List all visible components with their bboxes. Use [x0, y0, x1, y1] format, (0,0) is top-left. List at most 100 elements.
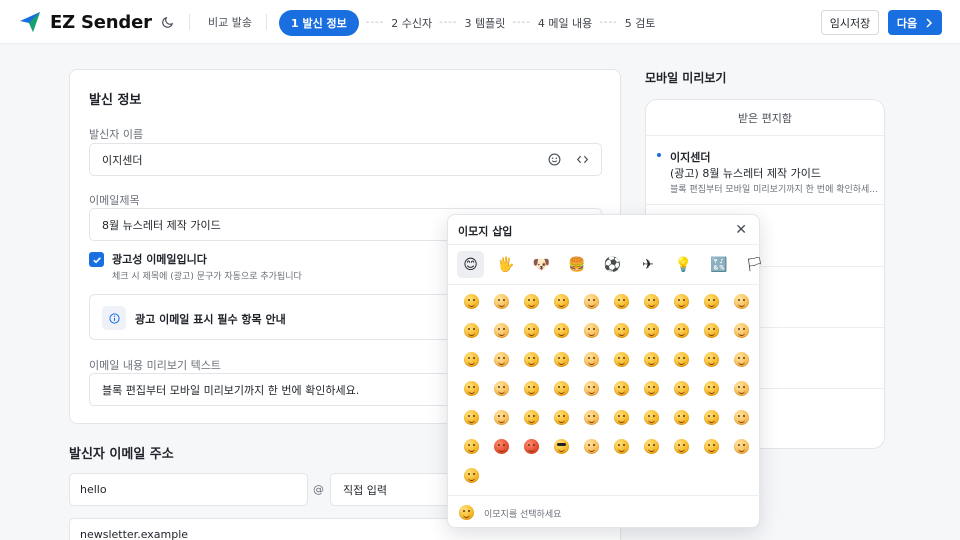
emoji-face-icon[interactable]: [516, 316, 546, 345]
emoji-face-icon[interactable]: [516, 374, 546, 403]
emoji-face-icon[interactable]: [456, 432, 486, 461]
emoji-face-icon[interactable]: [456, 316, 486, 345]
step-1-sender-info[interactable]: 1 발신 정보: [279, 9, 359, 36]
emoji-face-icon[interactable]: [546, 287, 576, 316]
sender-name-input[interactable]: 이지센더: [89, 143, 602, 176]
emoji-face-icon[interactable]: [606, 374, 636, 403]
emoji-face-icon[interactable]: [486, 403, 516, 432]
emoji-face-icon[interactable]: [516, 432, 546, 461]
emoji-face-icon[interactable]: [696, 345, 726, 374]
symbols-icon[interactable]: 🔣: [706, 251, 733, 278]
emoji-face-icon[interactable]: [636, 403, 666, 432]
emoji-face-icon[interactable]: [696, 316, 726, 345]
emoji-face-icon[interactable]: [456, 403, 486, 432]
compare-send-link[interactable]: 비교 발송: [208, 14, 252, 30]
emoji-face-icon[interactable]: [696, 432, 726, 461]
food-icon[interactable]: 🍔: [564, 251, 591, 278]
ad-email-checkbox[interactable]: [89, 252, 104, 267]
mail-list-item[interactable]: 이지센더 (광고) 8월 뉴스레터 제작 가이드 블록 편집부터 모바일 미리보…: [646, 137, 884, 205]
emoji-face-icon[interactable]: [666, 432, 696, 461]
emoji-face-icon[interactable]: [636, 316, 666, 345]
emoji-face-icon[interactable]: [486, 345, 516, 374]
emoji-face-icon[interactable]: [636, 287, 666, 316]
save-draft-button[interactable]: 임시저장: [821, 10, 879, 35]
activity-icon[interactable]: ⚽: [599, 251, 626, 278]
emoji-face-icon[interactable]: [486, 374, 516, 403]
subject-value: 8월 뉴스레터 제작 가이드: [102, 218, 221, 232]
emoji-face-icon[interactable]: [576, 316, 606, 345]
emoji-face-icon[interactable]: [606, 316, 636, 345]
check-icon: [92, 256, 101, 263]
emoji-face-icon[interactable]: [726, 287, 756, 316]
email-local-input[interactable]: hello: [69, 473, 308, 506]
travel-icon[interactable]: ✈: [635, 251, 662, 278]
emoji-face-icon[interactable]: [666, 374, 696, 403]
step-2-recipients[interactable]: 2 수신자: [391, 15, 432, 31]
ad-email-label: 광고성 이메일입니다: [112, 253, 207, 266]
emoji-face-icon[interactable]: [486, 316, 516, 345]
emoji-face-icon[interactable]: [726, 316, 756, 345]
picker-divider: [448, 284, 761, 285]
emoji-face-icon[interactable]: [606, 287, 636, 316]
emoji-face-icon[interactable]: [726, 374, 756, 403]
emoji-face-icon[interactable]: [606, 432, 636, 461]
emoji-face-icon[interactable]: [486, 287, 516, 316]
mail-subject: (광고) 8월 뉴스레터 제작 가이드: [670, 167, 822, 180]
emoji-face-icon[interactable]: [636, 345, 666, 374]
emoji-face-icon[interactable]: [726, 432, 756, 461]
emoji-face-icon[interactable]: [516, 403, 546, 432]
emoji-face-icon[interactable]: [546, 374, 576, 403]
emoji-face-icon[interactable]: [546, 403, 576, 432]
emoji-face-icon[interactable]: [696, 403, 726, 432]
emoji-face-icon[interactable]: [726, 345, 756, 374]
sender-email-title: 발신자 이메일 주소: [69, 447, 174, 462]
next-button-label: 다음: [896, 16, 918, 30]
animals-icon[interactable]: 🐶: [528, 251, 555, 278]
email-local-value: hello: [80, 483, 107, 496]
emoji-category-tabs: 😊 🖐 🐶 🍔 ⚽ ✈ 💡 🔣 🏳: [457, 251, 777, 278]
emoji-face-icon[interactable]: [696, 374, 726, 403]
smileys-icon[interactable]: 😊: [457, 251, 484, 278]
step-4-mail-content[interactable]: 4 메일 내용: [538, 15, 592, 31]
emoji-face-icon[interactable]: [576, 287, 606, 316]
emoji-face-icon[interactable]: [456, 345, 486, 374]
emoji-face-icon[interactable]: [576, 374, 606, 403]
emoji-face-icon[interactable]: [456, 374, 486, 403]
emoji-face-icon[interactable]: [606, 403, 636, 432]
emoji-grid: [456, 287, 758, 490]
emoji-face-icon[interactable]: [456, 461, 486, 490]
next-button[interactable]: 다음: [888, 10, 942, 35]
people-icon[interactable]: 🖐: [493, 251, 520, 278]
app-logo[interactable]: EZ Sender: [18, 10, 152, 34]
emoji-face-icon[interactable]: [666, 287, 696, 316]
preheader-label: 이메일 내용 미리보기 텍스트: [89, 359, 221, 372]
emoji-face-icon[interactable]: [576, 432, 606, 461]
emoji-face-icon[interactable]: [516, 345, 546, 374]
objects-icon[interactable]: 💡: [670, 251, 697, 278]
emoji-face-icon[interactable]: [576, 345, 606, 374]
emoji-face-icon[interactable]: [546, 316, 576, 345]
emoji-face-icon[interactable]: [666, 345, 696, 374]
emoji-face-icon[interactable]: [696, 287, 726, 316]
emoji-face-icon[interactable]: [516, 287, 546, 316]
emoji-picker: 이모지 삽입 ✕ 😊 🖐 🐶 🍔 ⚽ ✈ 💡 🔣 🏳 이모지를 선택하세요: [447, 214, 763, 528]
emoji-face-icon[interactable]: [636, 432, 666, 461]
theme-toggle-moon-icon[interactable]: [158, 12, 178, 32]
emoji-face-icon[interactable]: [456, 287, 486, 316]
header-divider: [266, 14, 267, 30]
emoji-face-icon[interactable]: [666, 316, 696, 345]
emoji-face-icon[interactable]: [606, 345, 636, 374]
code-icon[interactable]: [575, 152, 589, 166]
emoji-face-icon[interactable]: [546, 432, 576, 461]
emoji-face-icon[interactable]: [726, 403, 756, 432]
emoji-face-icon[interactable]: [636, 374, 666, 403]
emoji-face-icon[interactable]: [576, 403, 606, 432]
emoji-face-icon[interactable]: [486, 432, 516, 461]
emoji-face-icon[interactable]: [666, 403, 696, 432]
step-3-template[interactable]: 3 템플릿: [465, 15, 506, 31]
emoji-icon[interactable]: [547, 152, 561, 166]
flags-icon[interactable]: 🏳: [741, 251, 768, 278]
emoji-face-icon[interactable]: [546, 345, 576, 374]
close-icon[interactable]: ✕: [735, 223, 747, 237]
step-5-review[interactable]: 5 검토: [625, 15, 656, 31]
